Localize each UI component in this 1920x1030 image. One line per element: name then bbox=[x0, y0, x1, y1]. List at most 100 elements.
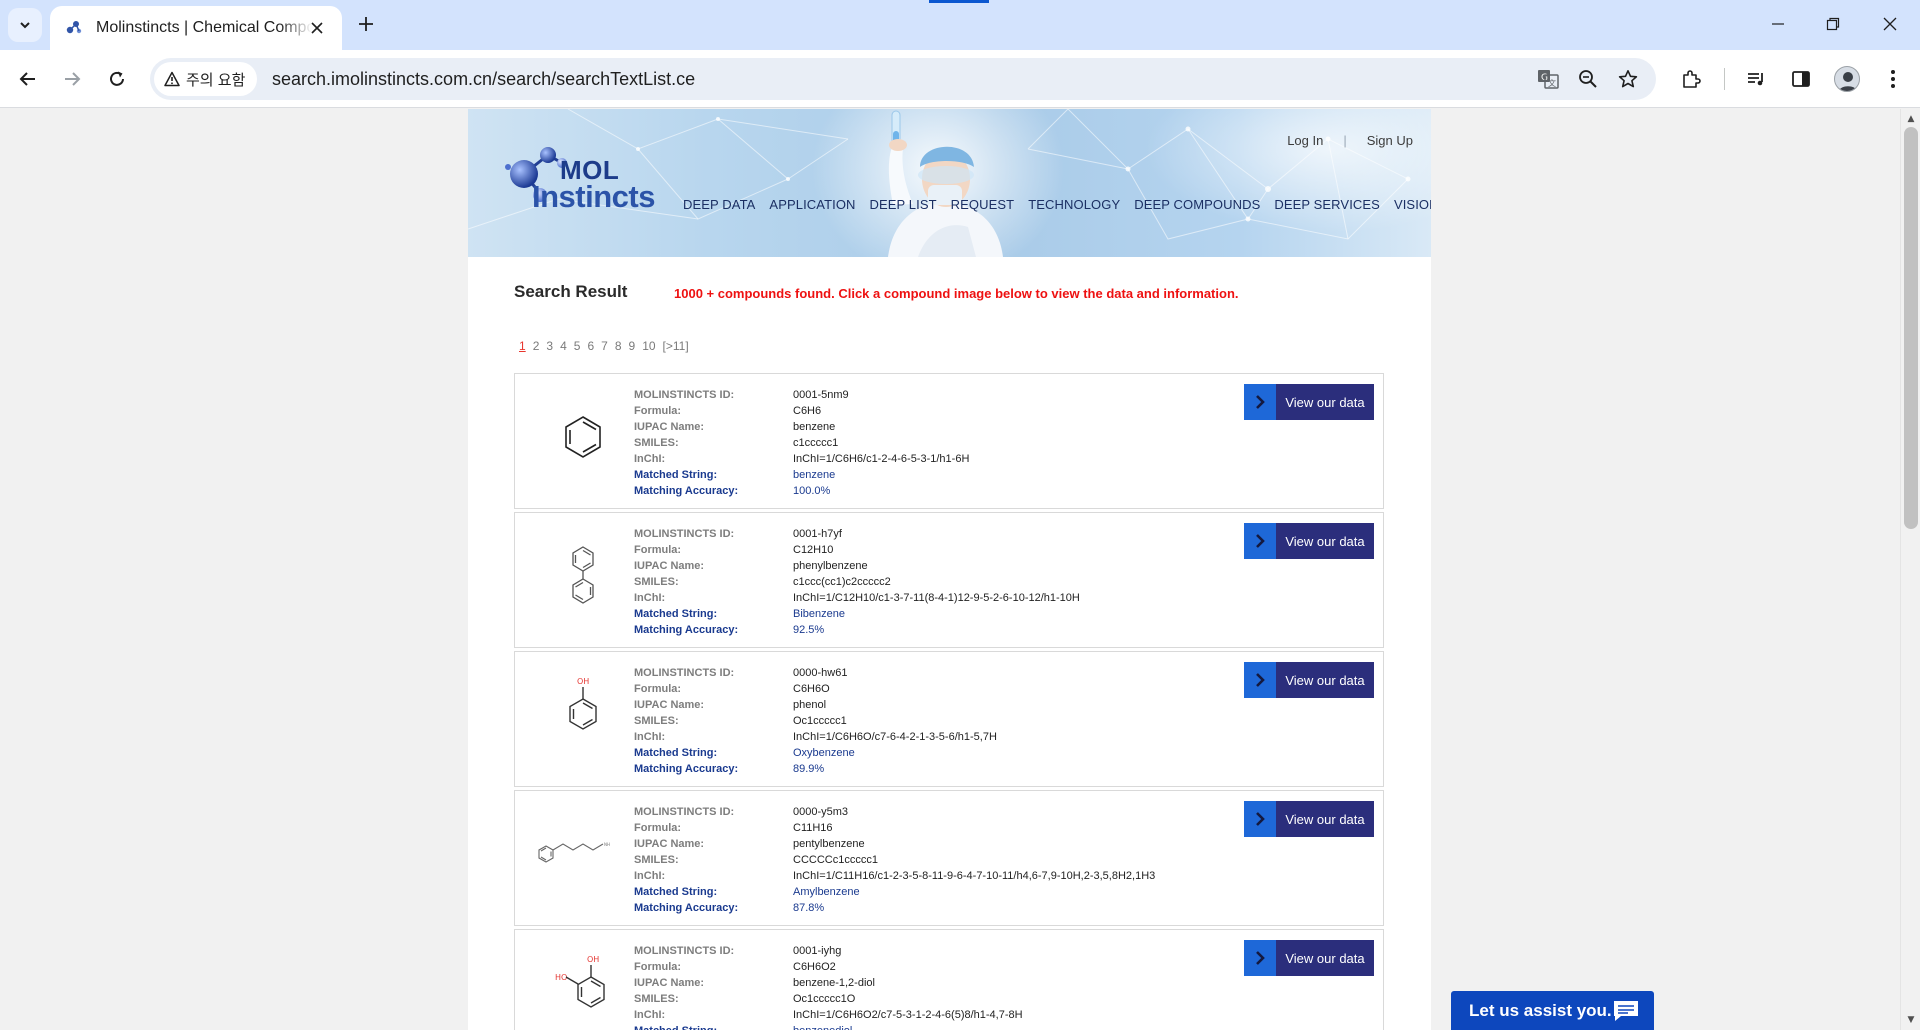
extensions-icon[interactable] bbox=[1675, 63, 1707, 95]
result-card: MOLINSTINCTS ID: Formula: IUPAC Name: SM… bbox=[514, 512, 1384, 648]
field-labels: MOLINSTINCTS ID: Formula: IUPAC Name: SM… bbox=[634, 804, 738, 916]
label-accuracy: Matching Accuracy: bbox=[634, 485, 739, 497]
view-data-button[interactable]: View our data bbox=[1244, 940, 1374, 976]
scroll-down-arrow-icon[interactable]: ▼ bbox=[1906, 1015, 1916, 1025]
label-matched: Matched String: bbox=[634, 747, 718, 759]
value-accuracy: 87.8% bbox=[793, 902, 825, 914]
chat-assist-button[interactable]: Let us assist you. bbox=[1451, 991, 1654, 1030]
nav-technology[interactable]: TECHNOLOGY bbox=[1028, 197, 1120, 212]
reload-icon bbox=[110, 71, 124, 86]
page-link[interactable]: 8 bbox=[615, 339, 622, 353]
page-link-current[interactable]: 1 bbox=[519, 339, 526, 353]
page-link[interactable]: 3 bbox=[546, 339, 553, 353]
back-button[interactable] bbox=[12, 63, 44, 95]
tab-close-icon[interactable] bbox=[306, 17, 328, 39]
pagination: 1 2 3 4 5 6 7 8 9 10 [>11] bbox=[519, 339, 689, 353]
nav-vision[interactable]: VISION bbox=[1394, 197, 1431, 212]
value-formula: C6H6O2 bbox=[793, 961, 836, 973]
scroll-up-arrow-icon[interactable]: ▲ bbox=[1906, 114, 1916, 124]
nav-deep-compounds[interactable]: DEEP COMPOUNDS bbox=[1134, 197, 1260, 212]
translate-icon[interactable]: G文 bbox=[1534, 65, 1562, 93]
toolbar-separator bbox=[1724, 68, 1725, 90]
label-inchi: InChI: bbox=[634, 870, 666, 882]
value-matched: Amylbenzene bbox=[793, 886, 860, 898]
result-card: OH MOLINSTINCTS ID: Formula: IUPAC Name:… bbox=[514, 651, 1384, 787]
value-smiles: c1ccccc1 bbox=[793, 437, 839, 449]
kebab-menu-icon bbox=[1891, 70, 1895, 88]
nav-deep-list[interactable]: DEEP LIST bbox=[870, 197, 937, 212]
signup-link[interactable]: Sign Up bbox=[1367, 133, 1413, 148]
media-control-icon[interactable] bbox=[1740, 63, 1772, 95]
value-formula: C6H6 bbox=[793, 405, 822, 417]
minimize-icon bbox=[1772, 23, 1784, 25]
structure-image-benzene[interactable] bbox=[533, 388, 633, 488]
nav-deep-data[interactable]: DEEP DATA bbox=[683, 197, 755, 212]
view-data-button[interactable]: View our data bbox=[1244, 662, 1374, 698]
bookmark-star-icon[interactable] bbox=[1614, 65, 1642, 93]
browser-tab-active[interactable]: Molinstincts | Chemical Compound Search bbox=[50, 6, 342, 50]
structure-image-phenol[interactable]: OH bbox=[533, 666, 633, 766]
value-matched: Oxybenzene bbox=[793, 747, 855, 759]
nav-deep-services[interactable]: DEEP SERVICES bbox=[1274, 197, 1380, 212]
chat-bubble-icon bbox=[1614, 1001, 1638, 1021]
view-data-button[interactable]: View our data bbox=[1244, 801, 1374, 837]
label-matched: Matched String: bbox=[634, 886, 718, 898]
page-link[interactable]: 10 bbox=[642, 339, 655, 353]
scrollbar-thumb[interactable] bbox=[1904, 127, 1918, 529]
close-window-button[interactable] bbox=[1870, 10, 1910, 38]
value-matched: benzenediol bbox=[793, 1023, 1023, 1030]
forward-button[interactable] bbox=[56, 63, 88, 95]
account-links: Log In | Sign Up bbox=[1287, 133, 1413, 148]
page-link-next-group[interactable]: [>11] bbox=[663, 339, 689, 353]
minimize-button[interactable] bbox=[1758, 10, 1798, 38]
view-data-label: View our data bbox=[1285, 811, 1365, 827]
value-iupac: benzene-1,2-diol bbox=[793, 977, 875, 989]
restore-button[interactable] bbox=[1813, 10, 1853, 38]
vertical-scrollbar[interactable]: ▲ ▼ bbox=[1900, 109, 1920, 1030]
address-bar[interactable]: 주의 요함 search.imolinstincts.com.cn/search… bbox=[150, 58, 1656, 100]
tab-search-button[interactable] bbox=[8, 8, 42, 42]
structure-image-catechol[interactable]: OH HO bbox=[533, 944, 633, 1030]
side-panel-icon[interactable] bbox=[1785, 63, 1817, 95]
label-iupac: IUPAC Name: bbox=[634, 699, 705, 711]
field-labels: MOLINSTINCTS ID: Formula: IUPAC Name: SM… bbox=[634, 526, 738, 638]
value-accuracy: 92.5% bbox=[793, 624, 825, 636]
page-link[interactable]: 6 bbox=[587, 339, 594, 353]
close-icon bbox=[1883, 17, 1897, 31]
main-navigation: DEEP DATA APPLICATION DEEP LIST REQUEST … bbox=[683, 197, 1431, 212]
label-formula: Formula: bbox=[634, 544, 682, 556]
menu-button[interactable] bbox=[1877, 63, 1909, 95]
nav-request[interactable]: REQUEST bbox=[951, 197, 1015, 212]
label-smiles: SMILES: bbox=[634, 993, 679, 1005]
page-link[interactable]: 7 bbox=[601, 339, 608, 353]
value-accuracy: 100.0% bbox=[793, 485, 831, 497]
new-tab-button[interactable] bbox=[352, 10, 380, 38]
reload-button[interactable] bbox=[101, 63, 133, 95]
structure-image-pentylbenzene[interactable]: NH bbox=[533, 805, 633, 905]
field-labels: MOLINSTINCTS ID: Formula: IUPAC Name: SM… bbox=[634, 943, 734, 1030]
value-accuracy: 89.9% bbox=[793, 763, 825, 775]
view-data-button[interactable]: View our data bbox=[1244, 384, 1374, 420]
page-link[interactable]: 2 bbox=[533, 339, 540, 353]
chevron-right-icon bbox=[1244, 940, 1276, 976]
security-chip[interactable]: 주의 요함 bbox=[154, 62, 258, 96]
page-link[interactable]: 9 bbox=[629, 339, 636, 353]
page-link[interactable]: 4 bbox=[560, 339, 567, 353]
tab-strip-indicator bbox=[929, 0, 989, 3]
url-text[interactable]: search.imolinstincts.com.cn/search/searc… bbox=[272, 69, 695, 90]
tab-strip: Molinstincts | Chemical Compound Search bbox=[0, 0, 1920, 50]
profile-avatar-button[interactable] bbox=[1831, 63, 1863, 95]
search-result-title: Search Result bbox=[514, 282, 628, 301]
value-inchi: InChI=1/C6H6O2/c7-5-3-1-2-4-6(5)8/h1-4,7… bbox=[793, 1009, 1023, 1021]
login-link[interactable]: Log In bbox=[1287, 133, 1323, 148]
tab-title: Molinstincts | Chemical Compound Search bbox=[96, 19, 312, 36]
plus-icon bbox=[359, 17, 373, 31]
label-smiles: SMILES: bbox=[634, 576, 679, 588]
nav-application[interactable]: APPLICATION bbox=[769, 197, 855, 212]
zoom-icon[interactable] bbox=[1574, 65, 1602, 93]
page-link[interactable]: 5 bbox=[574, 339, 581, 353]
structure-image-biphenyl[interactable] bbox=[533, 527, 633, 627]
label-smiles: SMILES: bbox=[634, 715, 679, 727]
value-id: 0001-5nm9 bbox=[793, 389, 849, 401]
view-data-button[interactable]: View our data bbox=[1244, 523, 1374, 559]
